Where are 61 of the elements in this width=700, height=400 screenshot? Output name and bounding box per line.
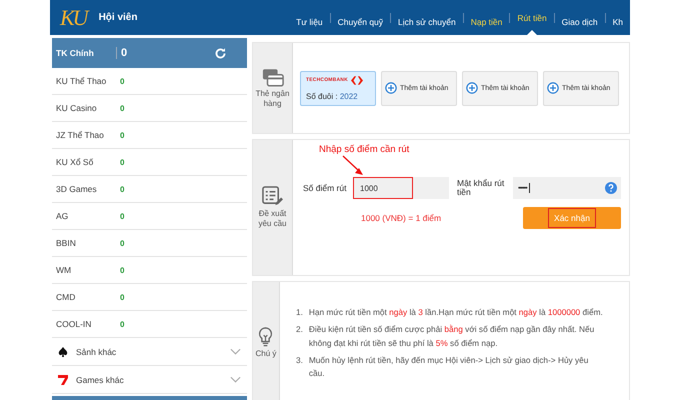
field-label: Mật khẩu rút tiền bbox=[457, 178, 506, 198]
wallet-name: COOL-IN bbox=[56, 319, 92, 329]
list-number: 3. bbox=[296, 354, 303, 367]
refresh-icon[interactable] bbox=[214, 46, 227, 60]
card-icon bbox=[262, 68, 284, 87]
list-number: 1. bbox=[296, 306, 303, 319]
wallet-balance: 0 bbox=[120, 104, 124, 112]
plus-icon bbox=[466, 82, 478, 94]
nav-link[interactable]: Nạp tiền bbox=[464, 0, 510, 35]
seven-icon bbox=[58, 374, 68, 384]
wallet-name: KU Casino bbox=[56, 103, 98, 113]
account-balance: 0 bbox=[116, 47, 128, 59]
bank-logo-icon bbox=[350, 76, 363, 84]
wallet-name: BBIN bbox=[56, 238, 77, 248]
nav-link[interactable]: Kh bbox=[606, 0, 630, 35]
wallet-name: CMD bbox=[56, 292, 76, 302]
lightbulb-icon bbox=[258, 326, 274, 347]
wallet-name: WM bbox=[56, 265, 72, 275]
note-text: Điều kiện rút tiền số điểm cược phải bằng với số điểm nạp gần đây nhất. Nếu không đạt khi rút tiền sẽ thu phí là 5% số điểm nạp. bbox=[308, 323, 596, 350]
wallet-balance: 0 bbox=[120, 320, 124, 328]
logo: KU bbox=[60, 4, 87, 30]
spade-icon bbox=[58, 346, 68, 356]
wallet-balance: 0 bbox=[120, 184, 124, 194]
wallet-balance: 0 bbox=[120, 292, 124, 302]
expandable-row[interactable]: Games khác bbox=[52, 366, 247, 394]
nav-link[interactable]: Tư liệu bbox=[289, 0, 330, 35]
note-text: Hạn mức rút tiền một ngày là 3 lần.Hạn mức rút tiền một ngày là 1000000 điểm. bbox=[308, 306, 603, 319]
form-icon bbox=[262, 186, 283, 208]
wallet-balance: 0 bbox=[120, 212, 124, 220]
account-suffix: 2022 bbox=[340, 92, 358, 100]
wallet-balance: 0 bbox=[120, 238, 124, 248]
wallet-name: KU Xổ Số bbox=[56, 157, 94, 167]
exchange-rate: 1000 (VNĐ) = 1 điểm bbox=[361, 213, 442, 223]
panel-label: Chú ý bbox=[256, 348, 276, 358]
amount-field[interactable]: 1000 bbox=[353, 177, 449, 199]
wallet-balance: 0 bbox=[120, 266, 124, 274]
nav-link[interactable]: Giao dịch bbox=[554, 0, 605, 35]
annotation-arrow bbox=[341, 155, 365, 177]
list-number: 2. bbox=[296, 323, 303, 336]
annotation-text: Nhập số điểm cần rút bbox=[319, 144, 410, 155]
nav-link[interactable]: Chuyển quỹ bbox=[330, 0, 390, 35]
wallet-name: AG bbox=[56, 211, 70, 221]
help-icon[interactable] bbox=[605, 182, 617, 194]
plus-icon bbox=[547, 82, 559, 94]
nav-link[interactable]: Rút tiền bbox=[510, 0, 554, 35]
wallet-name: KU Thể Thao bbox=[56, 76, 108, 86]
panel-label: Thẻ ngân hàng bbox=[255, 88, 290, 108]
note-text: Muốn hủy lệnh rút tiền, hãy đến mục Hội viên-> Lịch sử giao dịch-> Hủy yêu cầu. bbox=[308, 354, 590, 380]
page-title: Hội viên bbox=[98, 12, 138, 23]
plus-icon bbox=[385, 82, 397, 94]
wallet-balance: 0 bbox=[120, 130, 124, 140]
wallet-name: 3D Games bbox=[56, 184, 98, 194]
field-label: Số điểm rút bbox=[303, 183, 348, 193]
suffix-label: Số đuôi : bbox=[306, 92, 338, 100]
wallet-name: JZ Thể Thao bbox=[56, 130, 105, 140]
expandable-row[interactable]: Sảnh khác bbox=[52, 338, 247, 366]
panel-label: Đề xuất yêu cầu bbox=[257, 209, 288, 229]
nav-link[interactable]: Lịch sử chuyển bbox=[391, 0, 463, 35]
wallet-balance: 0 bbox=[120, 76, 124, 86]
account-label: TK Chính bbox=[56, 48, 95, 58]
wallet-balance: 0 bbox=[120, 158, 124, 166]
